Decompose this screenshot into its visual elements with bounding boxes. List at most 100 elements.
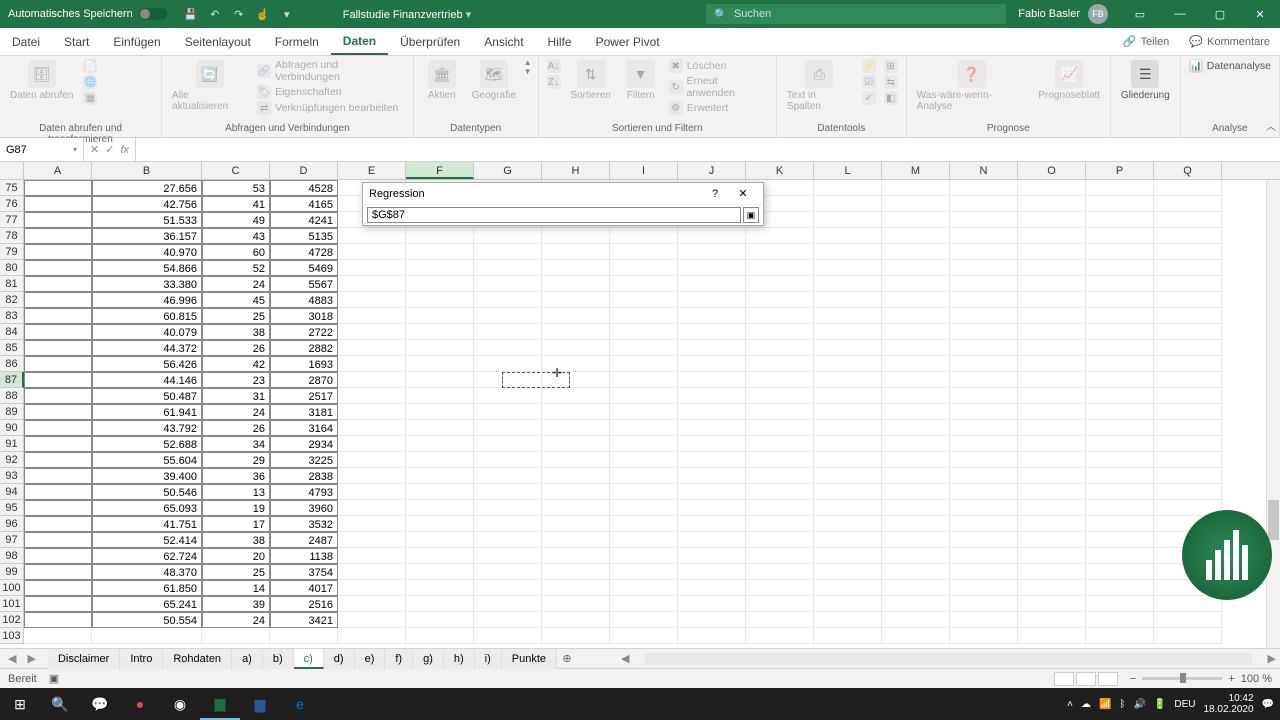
word-icon[interactable]: ▆	[240, 688, 280, 720]
col-header-A[interactable]: A	[24, 162, 92, 179]
cell[interactable]	[1086, 516, 1154, 532]
cell[interactable]	[610, 340, 678, 356]
cell[interactable]	[1086, 596, 1154, 612]
cell[interactable]	[610, 532, 678, 548]
col-header-H[interactable]: H	[542, 162, 610, 179]
cell[interactable]	[882, 388, 950, 404]
toggle-switch[interactable]	[139, 8, 167, 20]
cell[interactable]	[1018, 500, 1086, 516]
cell[interactable]: 24	[202, 404, 270, 420]
cell[interactable]	[814, 532, 882, 548]
cell[interactable]	[882, 580, 950, 596]
cell[interactable]	[1086, 420, 1154, 436]
ribbon-tab-einfügen[interactable]: Einfügen	[101, 28, 172, 55]
cell[interactable]: 38	[202, 532, 270, 548]
cell[interactable]	[474, 596, 542, 612]
cell[interactable]	[474, 372, 542, 388]
cell[interactable]	[882, 276, 950, 292]
cell[interactable]	[1018, 596, 1086, 612]
cell[interactable]	[24, 228, 92, 244]
cell[interactable]	[814, 628, 882, 644]
cell[interactable]: 61.941	[92, 404, 202, 420]
share-button[interactable]: 🔗 Teilen	[1113, 28, 1179, 55]
cell[interactable]	[542, 420, 610, 436]
cell[interactable]	[610, 436, 678, 452]
chrome-icon[interactable]: ●	[120, 688, 160, 720]
add-sheet-button[interactable]: ⊕	[557, 652, 577, 665]
cell[interactable]	[1018, 292, 1086, 308]
cell[interactable]: 60	[202, 244, 270, 260]
zoom-control[interactable]: −+ 100 %	[1130, 673, 1272, 685]
cell[interactable]	[882, 308, 950, 324]
cell[interactable]	[950, 580, 1018, 596]
cell[interactable]	[542, 324, 610, 340]
cell[interactable]	[474, 468, 542, 484]
cell[interactable]	[542, 564, 610, 580]
cell[interactable]	[814, 260, 882, 276]
cell[interactable]	[1086, 404, 1154, 420]
cell[interactable]: 62.724	[92, 548, 202, 564]
cell[interactable]	[1086, 244, 1154, 260]
fx-icon[interactable]: fx	[120, 144, 129, 156]
sheet-tab[interactable]: f)	[385, 649, 413, 669]
cell[interactable]	[1086, 308, 1154, 324]
cell[interactable]	[474, 452, 542, 468]
ribbon-mode-icon[interactable]: ▭	[1120, 0, 1160, 28]
cell[interactable]	[814, 612, 882, 628]
cell[interactable]	[1018, 212, 1086, 228]
col-header-K[interactable]: K	[746, 162, 814, 179]
cell[interactable]	[678, 420, 746, 436]
cell[interactable]: 14	[202, 580, 270, 596]
cell[interactable]	[882, 196, 950, 212]
maximize-icon[interactable]: ▢	[1200, 0, 1240, 28]
cell[interactable]	[1018, 180, 1086, 196]
cell[interactable]	[542, 596, 610, 612]
clear-filter-button[interactable]: ✖Löschen	[667, 58, 770, 74]
search-taskbar-icon[interactable]: 🔍	[40, 688, 80, 720]
cell[interactable]	[1018, 228, 1086, 244]
row-header[interactable]: 82	[0, 292, 24, 308]
cell[interactable]	[1154, 452, 1222, 468]
cell[interactable]	[746, 324, 814, 340]
properties-button[interactable]: 🏷Eigenschaften	[255, 84, 407, 100]
sheet-tab[interactable]: e)	[355, 649, 386, 669]
cell[interactable]	[406, 372, 474, 388]
cell[interactable]	[814, 196, 882, 212]
cell[interactable]	[746, 292, 814, 308]
cell[interactable]	[474, 228, 542, 244]
row-header[interactable]: 93	[0, 468, 24, 484]
from-web-button[interactable]: 🌐	[81, 74, 99, 90]
notifications-icon[interactable]: 💬	[1262, 699, 1274, 710]
cell[interactable]	[610, 548, 678, 564]
cell[interactable]	[1018, 484, 1086, 500]
cell[interactable]	[746, 532, 814, 548]
cell[interactable]	[542, 228, 610, 244]
cell[interactable]: 5567	[270, 276, 338, 292]
expand-dialog-icon[interactable]: ▣	[743, 207, 759, 223]
cell[interactable]	[24, 292, 92, 308]
cell[interactable]	[24, 180, 92, 196]
cell[interactable]	[882, 484, 950, 500]
cell[interactable]: 24	[202, 276, 270, 292]
cell[interactable]	[406, 388, 474, 404]
cell[interactable]	[542, 292, 610, 308]
cell[interactable]: 34	[202, 436, 270, 452]
cell[interactable]	[1018, 452, 1086, 468]
cell[interactable]: 48.370	[92, 564, 202, 580]
stocks-button[interactable]: 🏛Aktien	[420, 58, 464, 103]
cell[interactable]	[406, 612, 474, 628]
cell[interactable]	[814, 596, 882, 612]
cell[interactable]: 26	[202, 340, 270, 356]
col-header-M[interactable]: M	[882, 162, 950, 179]
cell[interactable]: 52.688	[92, 436, 202, 452]
cell[interactable]	[474, 484, 542, 500]
cell[interactable]	[338, 292, 406, 308]
cell[interactable]	[950, 612, 1018, 628]
cell[interactable]	[950, 244, 1018, 260]
cell[interactable]	[882, 596, 950, 612]
cell[interactable]	[678, 548, 746, 564]
cell[interactable]	[950, 500, 1018, 516]
cell[interactable]	[474, 564, 542, 580]
cell[interactable]	[406, 468, 474, 484]
cell[interactable]	[746, 564, 814, 580]
